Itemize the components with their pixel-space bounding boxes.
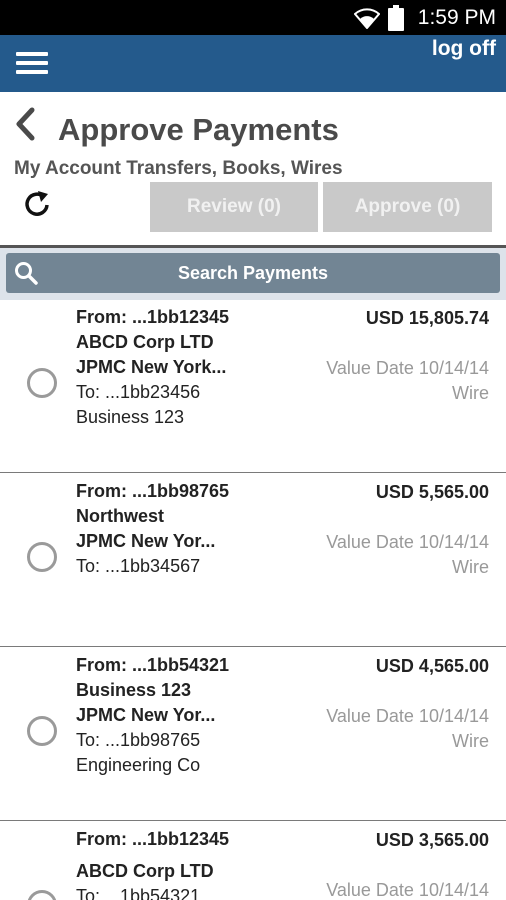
select-radio[interactable] xyxy=(27,542,57,572)
bank-name: JPMC New York... xyxy=(76,357,227,377)
status-time: 1:59 PM xyxy=(417,5,496,29)
from-account: From: ...1bb12345 xyxy=(76,829,230,849)
review-button[interactable]: Review (0) xyxy=(150,182,318,232)
payment-meta: Value Date 10/14/14 Wire xyxy=(326,530,489,580)
value-date: Value Date 10/14/14 xyxy=(326,706,489,726)
page-subtitle: My Account Transfers, Books, Wires xyxy=(14,158,343,179)
payment-meta: Value Date 10/14/14 Wire xyxy=(326,356,489,406)
from-name: Business 123 xyxy=(76,680,192,700)
payment-amount: USD 15,805.74 xyxy=(365,308,489,328)
to-name: Engineering Co xyxy=(76,755,201,775)
search-container: Search Payments xyxy=(0,248,506,300)
select-radio[interactable] xyxy=(27,716,57,746)
payment-type: Wire xyxy=(452,731,489,751)
refresh-icon[interactable] xyxy=(22,188,52,218)
from-name: ABCD Corp LTD xyxy=(76,861,214,881)
payment-row[interactable]: From: ...1bb54321 Business 123 JPMC New … xyxy=(0,648,506,821)
to-name: Business 123 xyxy=(76,407,185,427)
payment-row[interactable]: From: ...1bb12345 ABCD Corp LTD JPMC New… xyxy=(0,300,506,473)
payment-type: Wire xyxy=(452,557,489,577)
log-off-link[interactable]: log off xyxy=(432,37,496,61)
payment-row[interactable]: From: ...1bb98765 Northwest JPMC New Yor… xyxy=(0,474,506,647)
payment-meta: Value Date 10/14/14 xyxy=(326,878,489,900)
payment-details: From: ...1bb12345 ABCD Corp LTD JPMC New… xyxy=(76,305,229,430)
battery-icon xyxy=(387,4,404,31)
payment-type: Wire xyxy=(452,383,489,403)
from-account: From: ...1bb54321 xyxy=(76,655,230,675)
payment-meta: Value Date 10/14/14 Wire xyxy=(326,704,489,754)
to-account: To: ...1bb54321 xyxy=(76,886,201,900)
payment-details: From: ...1bb98765 Northwest JPMC New Yor… xyxy=(76,479,229,579)
to-account: To: ...1bb34567 xyxy=(76,556,201,576)
bank-name: JPMC New Yor... xyxy=(76,705,216,725)
value-date: Value Date 10/14/14 xyxy=(326,880,489,900)
from-name: ABCD Corp LTD xyxy=(76,332,214,352)
select-radio[interactable] xyxy=(27,890,57,900)
search-payments-button[interactable]: Search Payments xyxy=(6,253,500,293)
payment-amount: USD 4,565.00 xyxy=(375,656,489,676)
app-bar: log off xyxy=(0,35,506,92)
value-date: Value Date 10/14/14 xyxy=(326,358,489,378)
payment-details: From: ...1bb54321 Business 123 JPMC New … xyxy=(76,653,229,778)
search-label: Search Payments xyxy=(177,263,329,283)
status-bar: 1:59 PM xyxy=(0,0,506,35)
wifi-icon xyxy=(353,7,380,29)
payment-details: From: ...1bb12345 ABCD Corp LTD To: ...1… xyxy=(76,827,229,900)
select-radio[interactable] xyxy=(27,368,57,398)
approve-button[interactable]: Approve (0) xyxy=(323,182,492,232)
payment-row[interactable]: From: ...1bb12345 ABCD Corp LTD To: ...1… xyxy=(0,822,506,900)
from-name: Northwest xyxy=(76,506,165,526)
from-account: From: ...1bb98765 xyxy=(76,481,230,501)
to-account: To: ...1bb98765 xyxy=(76,730,201,750)
page-title: Approve Payments xyxy=(58,112,339,147)
payment-amount: USD 3,565.00 xyxy=(375,830,489,850)
payment-amount: USD 5,565.00 xyxy=(375,482,489,502)
chevron-left-icon[interactable] xyxy=(12,106,40,142)
bank-name: JPMC New Yor... xyxy=(76,531,216,551)
to-account: To: ...1bb23456 xyxy=(76,382,201,402)
from-account: From: ...1bb12345 xyxy=(76,307,230,327)
value-date: Value Date 10/14/14 xyxy=(326,532,489,552)
hamburger-menu-icon[interactable] xyxy=(16,52,48,78)
